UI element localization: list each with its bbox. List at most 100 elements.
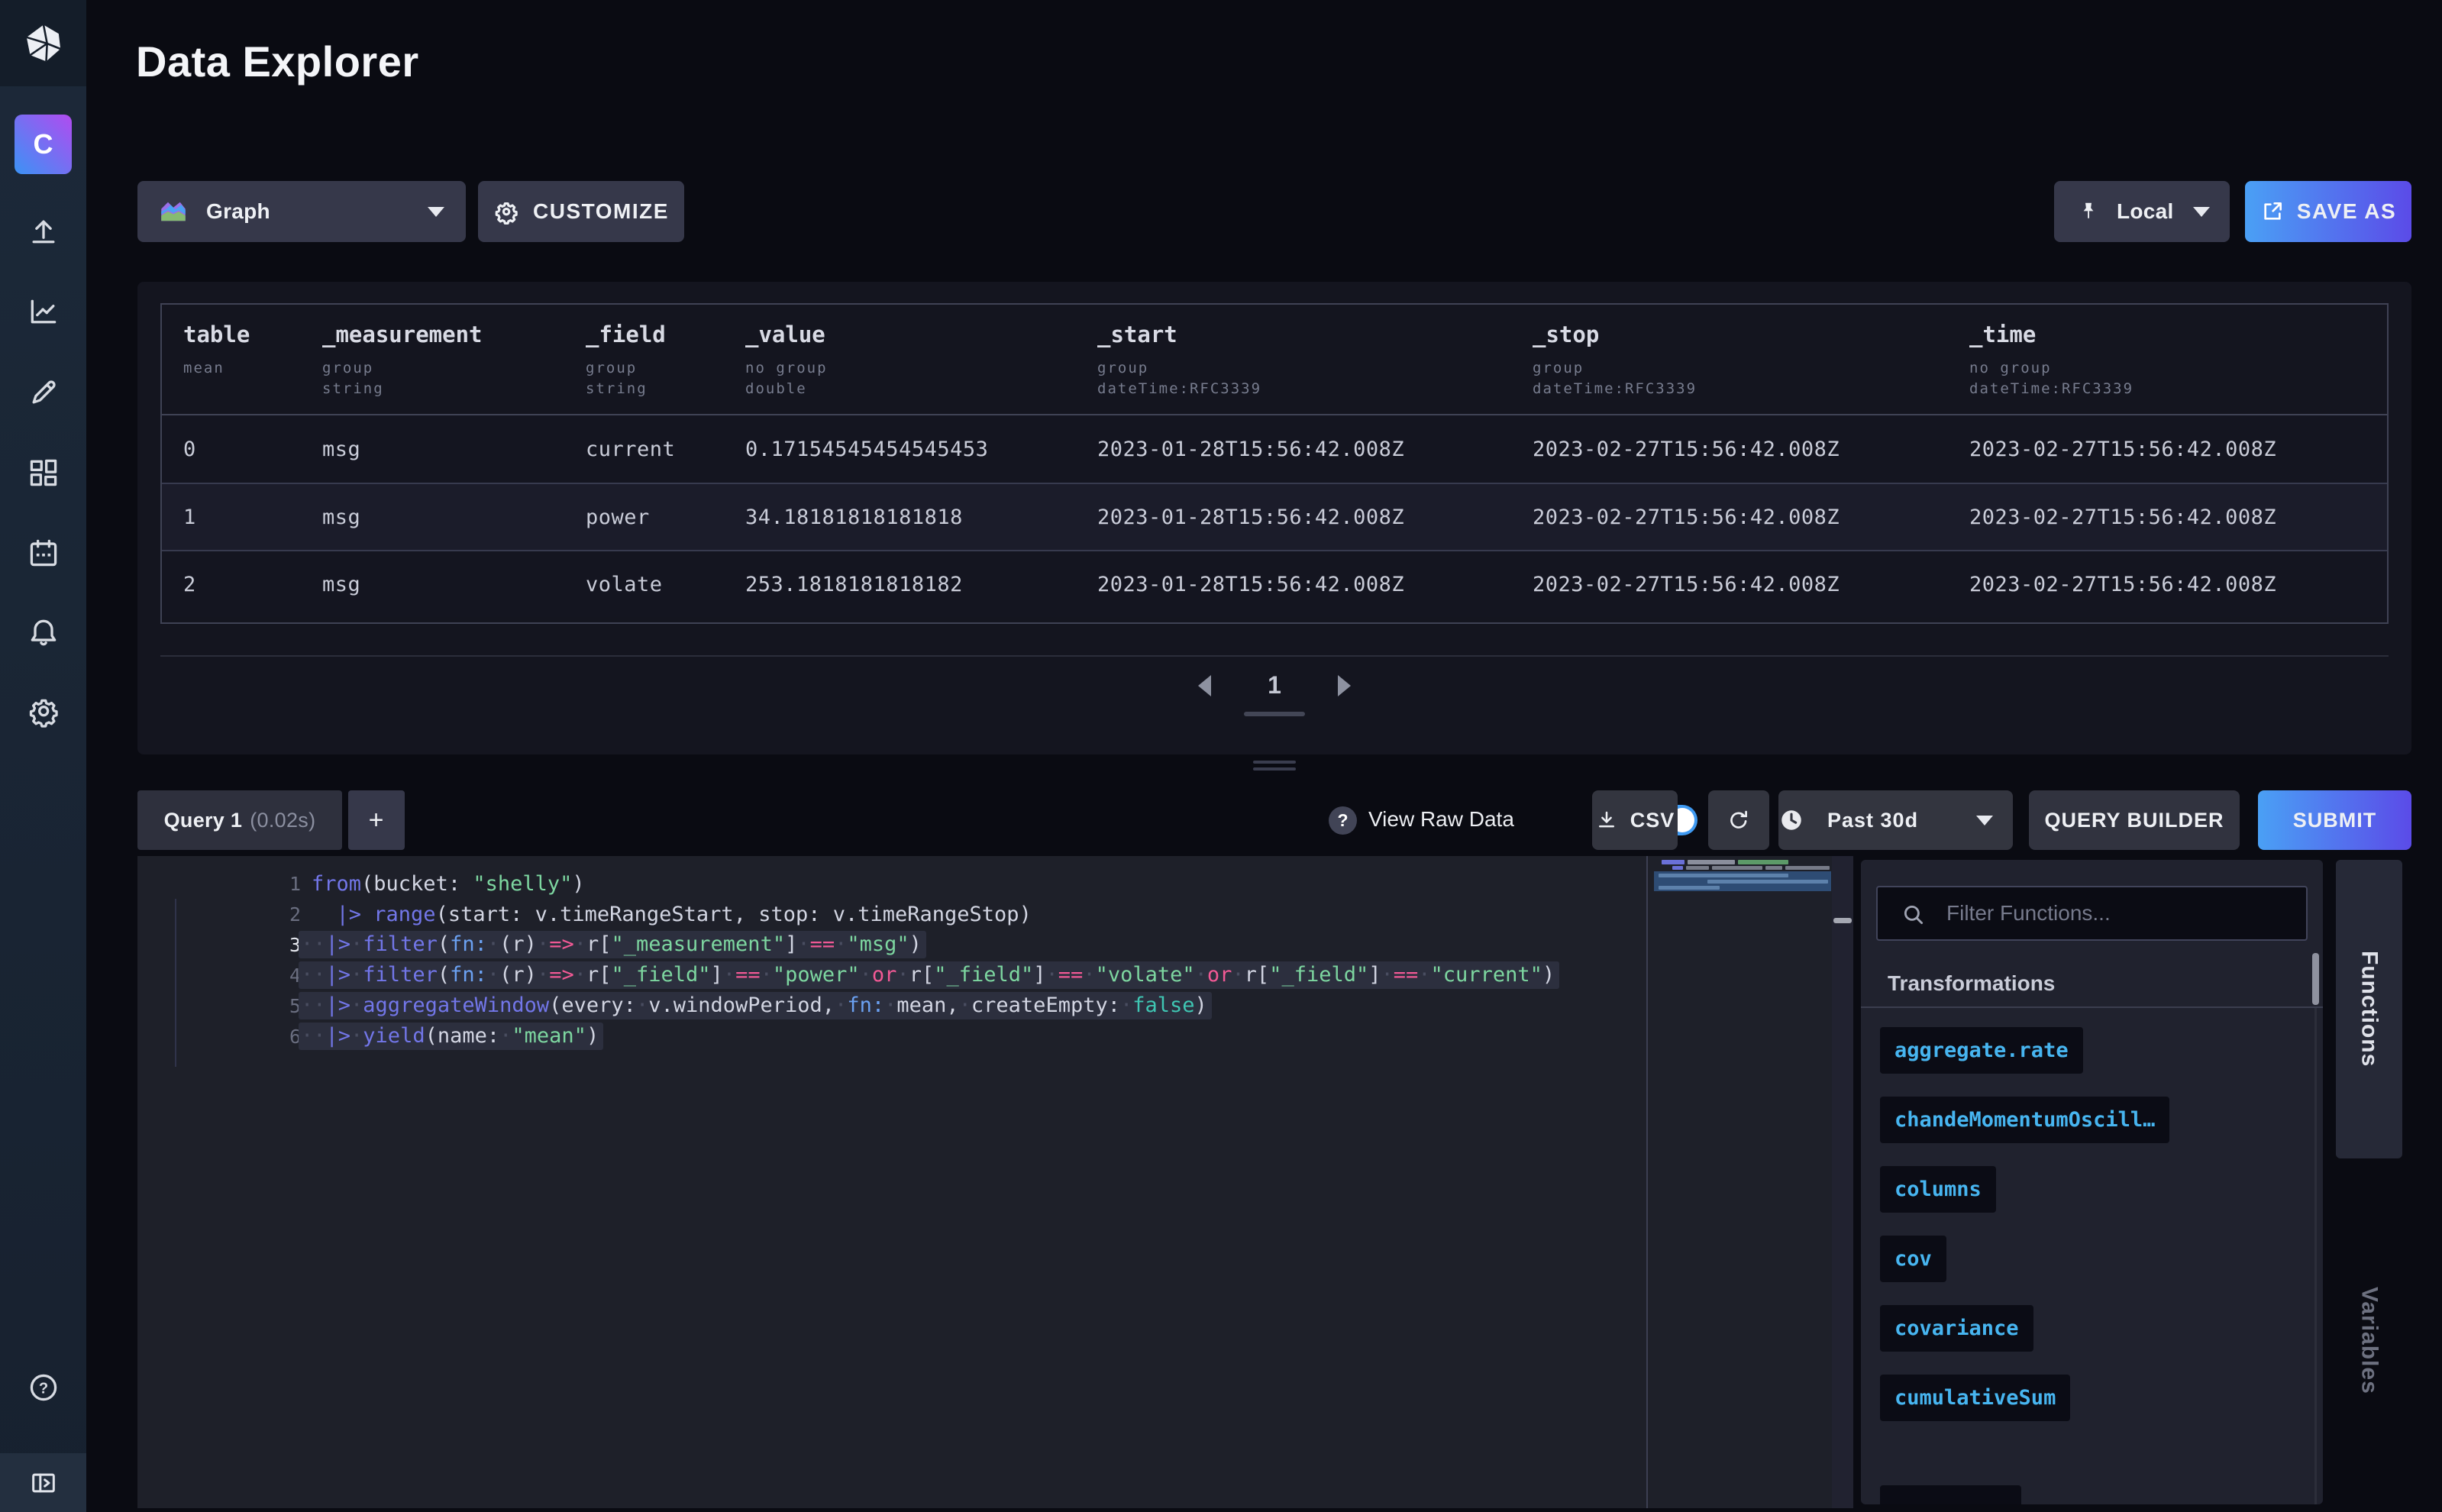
upload-icon — [27, 215, 60, 248]
gear-icon — [27, 694, 60, 728]
query-tab-label: Query 1 — [164, 809, 243, 832]
query-duration: (0.02s) — [250, 809, 315, 832]
function-chip[interactable]: cov — [1880, 1236, 1946, 1282]
minimap — [1672, 866, 1683, 870]
page-underline — [1244, 712, 1305, 716]
download-icon — [1595, 809, 1618, 832]
table-cell: 2023-02-27T15:56:42.008Z — [1533, 438, 1969, 461]
line-chart-icon — [27, 295, 60, 328]
function-chip[interactable]: covariance — [1880, 1305, 2033, 1352]
local-dropdown[interactable]: Local — [2054, 181, 2230, 242]
table-cell: msg — [322, 438, 586, 461]
table-cell: msg — [322, 506, 586, 529]
export-icon — [2260, 199, 2285, 224]
raw-data-table: tablemean_measurementgroupstring_fieldgr… — [160, 303, 2389, 624]
code-line: 5··|>·aggregateWindow(every:·v.windowPer… — [137, 990, 1784, 1021]
calendar-icon — [27, 536, 60, 570]
table-cell: 0.17154545454545453 — [745, 438, 1097, 461]
table-cell: msg — [322, 573, 586, 596]
refresh-button[interactable] — [1708, 790, 1769, 850]
sidebar-item-notebooks[interactable] — [0, 366, 86, 419]
table-cell: 2023-01-28T15:56:42.008Z — [1097, 506, 1533, 529]
page-title: Data Explorer — [136, 37, 419, 86]
line-number: 4 — [137, 964, 301, 987]
view-type-label: Graph — [206, 199, 270, 224]
page-number[interactable]: 1 — [1268, 671, 1281, 699]
query-tab[interactable]: Query 1 (0.02s) — [137, 790, 342, 850]
time-range-dropdown[interactable]: Past 30d — [1778, 790, 2013, 850]
sidebar-item-dashboards[interactable] — [0, 446, 86, 499]
view-type-dropdown[interactable]: Graph — [137, 181, 466, 242]
line-number: 5 — [137, 995, 301, 1017]
editor-divider — [1646, 856, 1648, 1508]
table-cell: 2023-02-27T15:56:42.008Z — [1969, 506, 2387, 529]
divider — [160, 655, 2389, 657]
query-bar: Query 1 (0.02s) + ? View Raw Data CSV Pa… — [137, 790, 2411, 850]
sidebar-expand-button[interactable] — [0, 1453, 86, 1512]
panel-divider[interactable] — [1832, 856, 1853, 1508]
save-as-label: SAVE AS — [2297, 199, 2396, 224]
table-cell: 2023-02-27T15:56:42.008Z — [1533, 573, 1969, 596]
column-header: _valueno groupdouble — [745, 305, 1097, 414]
panel-resize-handle[interactable] — [1253, 761, 1296, 774]
sidebar-item-alerts[interactable] — [0, 606, 86, 659]
table-cell: 2023-02-27T15:56:42.008Z — [1533, 506, 1969, 529]
code-line: 2 |> range(start: v.timeRangeStart, stop… — [137, 899, 1784, 929]
function-chip-partial[interactable] — [1880, 1485, 2021, 1504]
code-line: 1from(bucket: "shelly") — [137, 868, 1784, 899]
help-badge-icon[interactable]: ? — [1329, 806, 1357, 835]
sidebar: C ? — [0, 0, 86, 1512]
pin-icon — [2077, 200, 2100, 223]
minimap-viewport[interactable] — [1654, 871, 1831, 891]
view-raw-data-label: View Raw Data — [1368, 807, 1514, 832]
sidebar-item-settings[interactable] — [0, 684, 86, 738]
line-number: 3 — [137, 934, 301, 956]
divider-collapse-handle[interactable] — [1833, 918, 1852, 923]
minimap — [1738, 860, 1788, 864]
sidebar-item-help[interactable]: ? — [0, 1361, 86, 1414]
chevron-down-icon — [1976, 816, 1993, 825]
add-query-button[interactable]: + — [348, 790, 405, 850]
avatar[interactable]: C — [15, 115, 72, 174]
minimap — [1686, 866, 1709, 870]
column-header: _stopgroupdateTime:RFC3339 — [1533, 305, 1969, 414]
scrollbar-thumb[interactable] — [2312, 953, 2319, 1005]
function-chip[interactable]: columns — [1880, 1166, 1996, 1213]
function-chip[interactable]: cumulativeSum — [1880, 1375, 2070, 1421]
flux-code-editor[interactable]: 1from(bucket: "shelly")2 |> range(start:… — [137, 856, 1832, 1508]
raw-data-panel: tablemean_measurementgroupstring_fieldgr… — [137, 282, 2411, 754]
prev-page-button[interactable] — [1198, 675, 1211, 696]
function-chip[interactable]: aggregate.rate — [1880, 1027, 2083, 1074]
tab-functions[interactable]: Functions — [2336, 860, 2402, 1158]
table-row: 2msgvolate253.18181818181822023-01-28T15… — [162, 550, 2387, 617]
column-header: _fieldgroupstring — [586, 305, 745, 414]
bell-icon — [27, 615, 60, 649]
line-number: 1 — [137, 873, 301, 895]
code-lines: 1from(bucket: "shelly")2 |> range(start:… — [137, 868, 1784, 1052]
table-cell: 2023-01-28T15:56:42.008Z — [1097, 438, 1533, 461]
sidebar-item-data-explorer[interactable] — [0, 285, 86, 338]
pagination: 1 — [137, 671, 2411, 716]
column-header: _measurementgroupstring — [322, 305, 586, 414]
query-builder-button[interactable]: QUERY BUILDER — [2029, 790, 2240, 850]
function-chip[interactable]: chandeMomentumOscill… — [1880, 1097, 2169, 1143]
search-icon — [1901, 902, 1927, 928]
indent-guide — [175, 899, 176, 1067]
sidebar-item-tasks[interactable] — [0, 526, 86, 580]
sidebar-item-upload[interactable] — [0, 205, 86, 258]
csv-button[interactable]: CSV — [1592, 790, 1678, 850]
tab-variables[interactable]: Variables — [2336, 1245, 2402, 1436]
filter-functions-search[interactable] — [1876, 886, 2308, 941]
expand-sidebar-icon — [28, 1468, 59, 1498]
gear-icon — [493, 199, 519, 225]
table-cell: current — [586, 438, 745, 461]
search-input[interactable] — [1946, 887, 2298, 939]
save-as-button[interactable]: SAVE AS — [2245, 181, 2411, 242]
customize-button[interactable]: CUSTOMIZE — [478, 181, 684, 242]
next-page-button[interactable] — [1338, 675, 1351, 696]
line-number: 2 — [137, 903, 301, 926]
influxdb-logo[interactable] — [0, 0, 86, 86]
table-cell: 2023-01-28T15:56:42.008Z — [1097, 573, 1533, 596]
column-header: _startgroupdateTime:RFC3339 — [1097, 305, 1533, 414]
submit-button[interactable]: SUBMIT — [2258, 790, 2411, 850]
